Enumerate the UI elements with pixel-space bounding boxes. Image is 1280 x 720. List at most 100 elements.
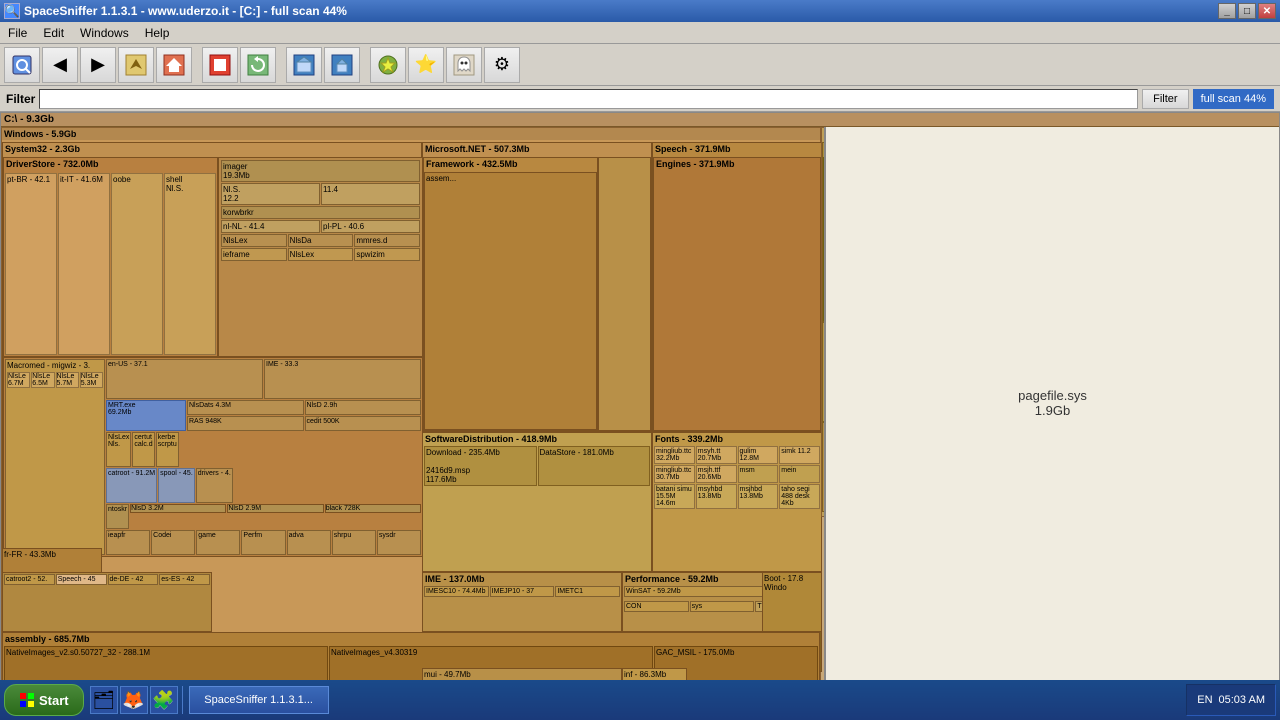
- system32-block[interactable]: System32 - 2.3Gb DriverStore - 732.0Mb p…: [2, 142, 422, 552]
- imesc10[interactable]: IMESC10 - 74.4Mb: [424, 586, 489, 597]
- favorite-button[interactable]: ⭐: [408, 47, 444, 83]
- perfm2[interactable]: Perfm: [241, 530, 285, 555]
- ntosk[interactable]: ntoskr: [106, 504, 129, 529]
- font5[interactable]: mingliub.ttc 30.7Mb: [654, 465, 695, 483]
- sys32-lower[interactable]: Macromed - migwiz - 3. NlsLe 6.7M NlsLe …: [3, 357, 423, 557]
- kerbe[interactable]: kerbescrptu: [156, 432, 179, 467]
- eses[interactable]: es-ES - 42: [159, 574, 210, 585]
- font8[interactable]: mein: [779, 465, 820, 483]
- menu-windows[interactable]: Windows: [72, 24, 137, 42]
- macromed[interactable]: Macromed - migwiz - 3. NlsLe 6.7M NlsLe …: [5, 359, 105, 555]
- font7[interactable]: msm: [738, 465, 779, 483]
- ieapfr[interactable]: ieapfr: [106, 530, 150, 555]
- maximize-button[interactable]: □: [1238, 3, 1256, 19]
- ime-block[interactable]: IME - 137.0Mb IMESC10 - 74.4Mb IMEJP10 -…: [422, 572, 622, 632]
- nlsdats[interactable]: NlsDats 4.3M: [187, 400, 304, 415]
- spwizim[interactable]: spwizim: [354, 248, 420, 261]
- mc4[interactable]: NlsLe 5.3M: [80, 372, 103, 388]
- font2[interactable]: msyh.tt 20.7Mb: [696, 446, 737, 464]
- nlslex2[interactable]: NlsLex: [288, 248, 354, 261]
- game2[interactable]: game: [196, 530, 240, 555]
- taskbar-spacesniffer[interactable]: SpaceSniffer 1.1.3.1...: [189, 686, 329, 714]
- mc2[interactable]: NlsLe 6.5M: [31, 372, 54, 388]
- adva[interactable]: adva: [287, 530, 331, 555]
- quicklaunch-firefox[interactable]: 🦊: [120, 686, 148, 714]
- catroot2[interactable]: catroot2 - 52.: [4, 574, 55, 585]
- framework-block[interactable]: Framework - 432.5Mb assem...: [423, 157, 598, 431]
- imager-block[interactable]: imager19.3Mb: [221, 160, 420, 182]
- ds-sub1[interactable]: pt-BR - 42.1: [5, 173, 57, 355]
- con[interactable]: CON: [624, 601, 689, 612]
- start-button[interactable]: Start: [4, 684, 84, 716]
- download-block[interactable]: Download - 235.4Mb2416d9.msp117.6Mb: [424, 446, 537, 486]
- nls2[interactable]: 11.4: [321, 183, 420, 205]
- speech-block[interactable]: Speech - 371.9Mb Engines - 371.9Mb: [652, 142, 822, 432]
- nsdt2[interactable]: NlsD 2.9h: [305, 400, 422, 415]
- boot-block[interactable]: Boot - 17.8Windo: [762, 572, 822, 632]
- ds-sub4[interactable]: shellNl.S.: [164, 173, 216, 355]
- fonts-block[interactable]: Fonts - 339.2Mb mingliub.ttc 32.2Mb msyh…: [652, 432, 822, 572]
- nls-s[interactable]: NlsD 3.2M: [130, 504, 226, 513]
- minimize-button[interactable]: _: [1218, 3, 1236, 19]
- shrpu[interactable]: shrpu: [332, 530, 376, 555]
- nlslex1[interactable]: NlsLex: [221, 234, 287, 247]
- ra51[interactable]: RAS 948K: [187, 416, 304, 431]
- speech-sys[interactable]: Speech - 45: [56, 574, 107, 585]
- font3[interactable]: gulim 12.8M: [738, 446, 779, 464]
- assem-block[interactable]: assem...: [424, 172, 597, 430]
- treemap[interactable]: C:\ - 9.3Gb Windows - 5.9Gb System32 - 2…: [0, 112, 1280, 694]
- catroot[interactable]: catroot - 91.2M: [106, 468, 157, 503]
- driverstore-block[interactable]: DriverStore - 732.0Mb pt-BR - 42.1 it-IT…: [3, 157, 218, 357]
- menu-edit[interactable]: Edit: [35, 24, 72, 42]
- certut[interactable]: certutcalc.d: [132, 432, 154, 467]
- ds-sub3[interactable]: oobe: [111, 173, 163, 355]
- nlslex3[interactable]: NlsLexNls.: [106, 432, 131, 467]
- font10[interactable]: msyhbd 13.8Mb: [696, 484, 737, 509]
- font4[interactable]: simk 11.2: [779, 446, 820, 464]
- sysdr[interactable]: sysdr: [377, 530, 421, 555]
- drivers[interactable]: drivers - 4.: [196, 468, 233, 503]
- font12[interactable]: taho segi 488 desk 4Kb: [779, 484, 820, 509]
- scan-button[interactable]: [4, 47, 40, 83]
- icecuv[interactable]: cedit 500K: [305, 416, 422, 431]
- nlnl[interactable]: nl-NL - 41.4: [221, 220, 320, 233]
- quicklaunch-app[interactable]: 🧩: [150, 686, 178, 714]
- refresh-button[interactable]: [240, 47, 276, 83]
- spool[interactable]: spool - 45.: [158, 468, 195, 503]
- korwbrkr[interactable]: korwbrkr: [221, 206, 420, 219]
- imejp10[interactable]: IMEJP10 - 37: [490, 586, 555, 597]
- engines-block[interactable]: Engines - 371.9Mb: [653, 157, 821, 431]
- mc1[interactable]: NlsLe 6.7M: [7, 372, 30, 388]
- menu-help[interactable]: Help: [137, 24, 178, 42]
- menu-file[interactable]: File: [0, 24, 35, 42]
- ds-sub2[interactable]: it-IT - 41.6M: [58, 173, 110, 355]
- filter-input[interactable]: [39, 89, 1138, 109]
- close-button[interactable]: ✕: [1258, 3, 1276, 19]
- quicklaunch-explorer[interactable]: 🗂: [90, 686, 118, 714]
- nls1[interactable]: Nl.S.12.2: [221, 183, 320, 205]
- datastore-block[interactable]: DataStore - 181.0Mb: [538, 446, 651, 486]
- mrt-exe[interactable]: MRT.exe69.2Mb: [106, 400, 186, 431]
- windows-block[interactable]: Windows - 5.9Gb System32 - 2.3Gb DriverS…: [1, 127, 821, 693]
- settings-button[interactable]: ⚙: [484, 47, 520, 83]
- enus[interactable]: en-US - 37.1: [106, 359, 263, 399]
- sys-f[interactable]: sys: [690, 601, 755, 612]
- forward-button[interactable]: ▶: [80, 47, 116, 83]
- catroot2-area[interactable]: catroot2 - 52. Speech - 45 de-DE - 42 es…: [2, 572, 212, 632]
- dotnet-block[interactable]: Microsoft.NET - 507.3Mb Framework - 432.…: [422, 142, 652, 432]
- home-button[interactable]: [156, 47, 192, 83]
- ghost-button[interactable]: [446, 47, 482, 83]
- black[interactable]: black 728K: [325, 504, 421, 513]
- dede[interactable]: de-DE - 42: [108, 574, 159, 585]
- font1[interactable]: mingliub.ttc 32.2Mb: [654, 446, 695, 464]
- nlsdat[interactable]: NlsDa: [288, 234, 354, 247]
- up-button[interactable]: [118, 47, 154, 83]
- font6[interactable]: msjh.ttf 20.6Mb: [696, 465, 737, 483]
- ieframe[interactable]: ieframe: [221, 248, 287, 261]
- font9[interactable]: batani simu 15.5M 14.6m: [654, 484, 695, 509]
- tag-button[interactable]: [370, 47, 406, 83]
- mc3[interactable]: NlsLe 5.7M: [56, 372, 79, 388]
- softdist-block[interactable]: SoftwareDistribution - 418.9Mb Download …: [422, 432, 652, 572]
- imetc1[interactable]: IMETC1: [555, 586, 620, 597]
- plpl[interactable]: pl-PL - 40.6: [321, 220, 420, 233]
